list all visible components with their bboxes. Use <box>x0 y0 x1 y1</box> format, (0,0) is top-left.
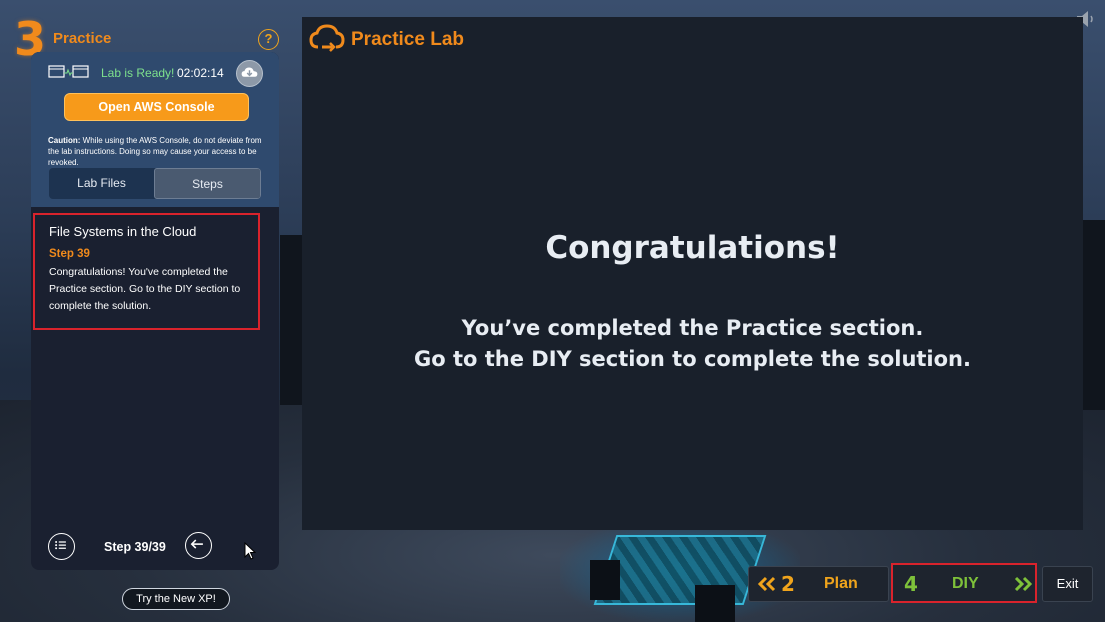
section-title: Practice <box>53 30 112 47</box>
background-wall-right <box>1082 220 1105 410</box>
cloud-logo-icon <box>309 24 345 52</box>
nav-next-label: DIY <box>952 575 979 592</box>
completion-line-2: Go to the DIY section to complete the so… <box>414 347 971 371</box>
chevron-left-double-icon <box>757 576 776 592</box>
congratulations-heading: Congratulations! <box>545 230 840 266</box>
cloud-download-icon <box>241 67 258 77</box>
lab-status: Lab is Ready! <box>101 66 175 80</box>
chevron-right-double-icon <box>1014 576 1033 592</box>
nav-previous-label: Plan <box>824 575 858 592</box>
completion-line-1: You’ve completed the Practice section. <box>461 316 924 340</box>
cursor-icon <box>244 542 256 560</box>
main-content: Practice Lab Congratulations! You’ve com… <box>302 17 1083 530</box>
nav-next-number: 4 <box>904 572 918 596</box>
caution-text: While using the AWS Console, do not devi… <box>48 136 262 167</box>
help-button[interactable]: ? <box>258 29 279 50</box>
step-counter: Step 39/39 <box>104 540 166 554</box>
background-block <box>695 585 735 622</box>
lab-timer: 02:02:14 <box>177 66 224 80</box>
list-icon <box>55 541 66 550</box>
lab-panel: Lab is Ready! 02:02:14 Open AWS Console … <box>31 52 279 570</box>
completion-message: You’ve completed the Practice section. G… <box>302 313 1083 375</box>
lab-controls: Lab is Ready! 02:02:14 Open AWS Console … <box>31 52 279 207</box>
step-card-text: Congratulations! You've completed the Pr… <box>49 266 241 312</box>
step-card-step-label: Step 39 <box>49 248 90 260</box>
nav-next-diy[interactable]: 4 DIY <box>891 563 1037 603</box>
background-wall-left <box>280 235 304 405</box>
tab-steps[interactable]: Steps <box>154 168 261 199</box>
exit-button[interactable]: Exit <box>1042 566 1093 602</box>
brand-title: Practice Lab <box>351 29 464 50</box>
open-aws-console-button[interactable]: Open AWS Console <box>64 93 249 121</box>
cloud-download-button[interactable] <box>236 60 263 87</box>
tab-lab-files[interactable]: Lab Files <box>49 168 154 199</box>
back-arrow-icon <box>190 539 203 549</box>
step-list-button[interactable] <box>48 533 75 560</box>
nav-previous-plan[interactable]: 2 Plan <box>748 566 889 602</box>
try-new-xp-button[interactable]: Try the New XP! <box>122 588 230 610</box>
previous-step-button[interactable] <box>185 532 212 559</box>
lab-connection-icon <box>48 65 89 78</box>
panel-tabs: Lab Files Steps <box>49 168 261 199</box>
step-card-title: File Systems in the Cloud <box>49 224 197 239</box>
background-block <box>590 560 620 600</box>
caution-note: Caution: While using the AWS Console, do… <box>48 135 270 168</box>
caution-prefix: Caution: <box>48 136 81 145</box>
step-card: File Systems in the Cloud Step 39 Congra… <box>33 213 260 330</box>
nav-previous-number: 2 <box>781 572 795 596</box>
